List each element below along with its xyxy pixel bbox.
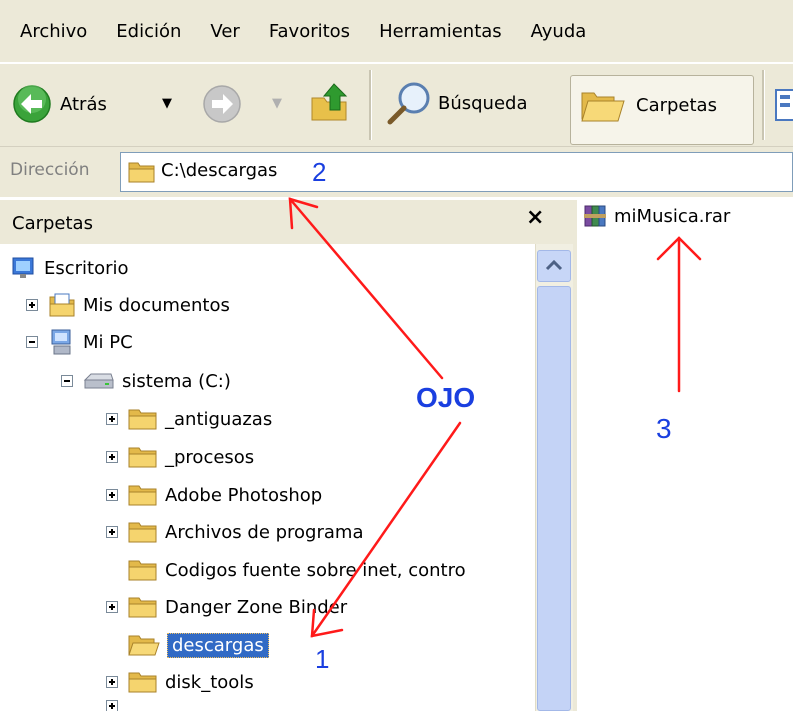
annotation-number-2: 2 — [312, 157, 327, 187]
annotation-ojo: OJO — [416, 382, 476, 413]
annotation-arrow-1 — [310, 421, 462, 638]
annotation-arrow-2 — [288, 197, 444, 380]
annotation-number-3: 3 — [656, 413, 672, 444]
annotation-number-1: 1 — [315, 644, 330, 674]
annotation-arrows — [288, 197, 702, 638]
